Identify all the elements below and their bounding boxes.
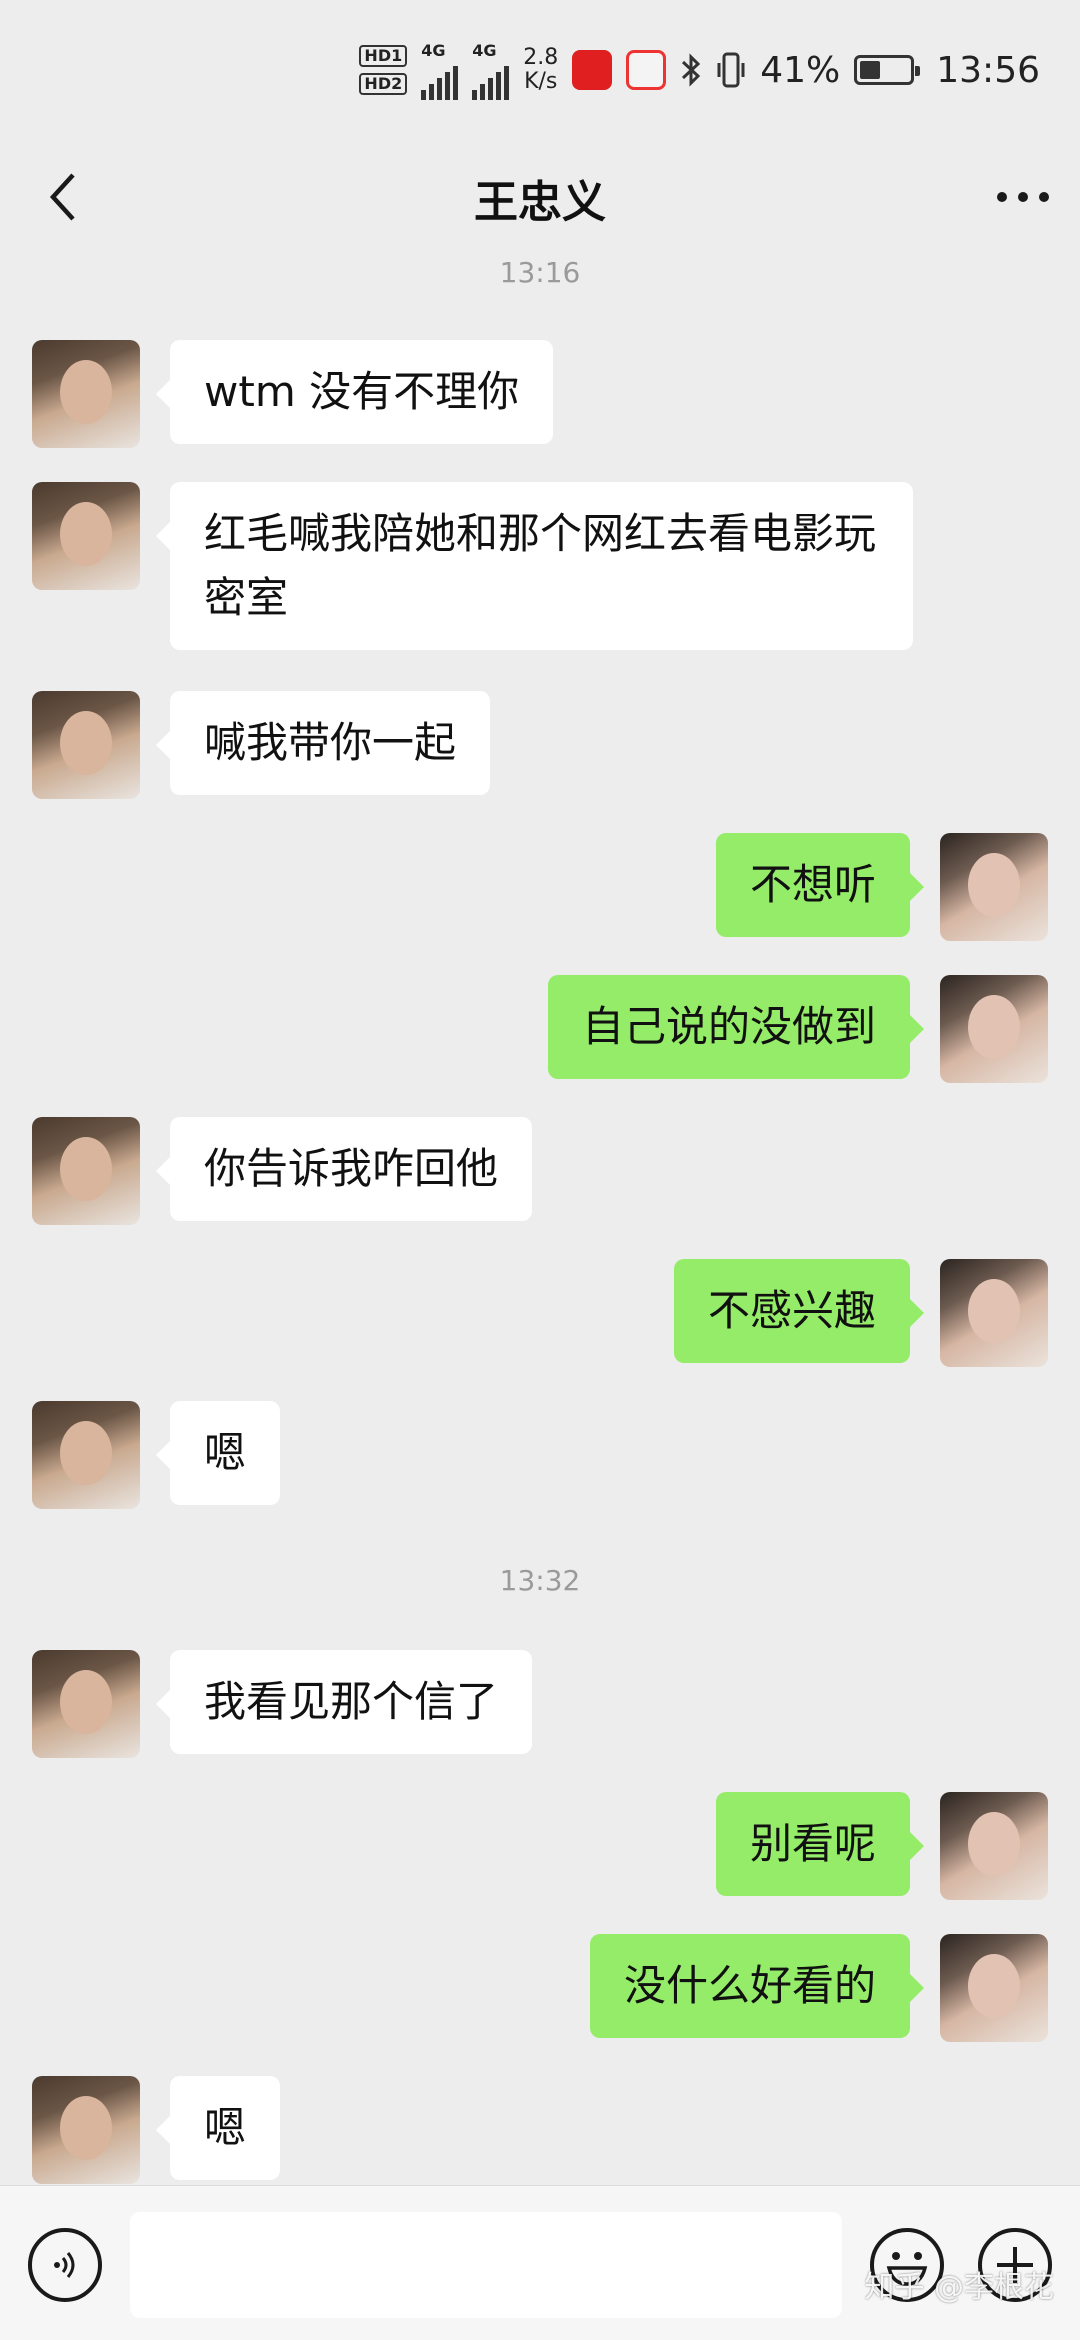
avatar-photo-icon — [968, 1812, 1020, 1876]
message-bubble[interactable]: 没什么好看的 — [589, 1934, 925, 2038]
avatar[interactable] — [940, 1259, 1048, 1367]
avatar[interactable] — [940, 1934, 1048, 2042]
message-bubble[interactable]: 自己说的没做到 — [547, 975, 925, 1079]
avatar-photo-icon — [60, 360, 112, 424]
avatar-photo-icon — [60, 502, 112, 566]
voice-icon — [54, 2252, 75, 2278]
voice-button[interactable] — [28, 2228, 102, 2302]
message-list[interactable]: 13:16 wtm 没有不理你 红毛喊我陪她和那个网红去看电影玩密室 喊我带你一… — [0, 0, 1080, 2185]
timestamp: 13:32 — [499, 1564, 581, 1597]
avatar[interactable] — [32, 340, 140, 448]
message-bubble[interactable]: 不想听 — [715, 833, 925, 937]
message-input[interactable] — [130, 2212, 842, 2318]
avatar[interactable] — [940, 975, 1048, 1083]
avatar[interactable] — [32, 2076, 140, 2184]
avatar-photo-icon — [968, 995, 1020, 1059]
avatar-photo-icon — [60, 2096, 112, 2160]
avatar[interactable] — [32, 691, 140, 799]
message-bubble[interactable]: 嗯 — [155, 2076, 281, 2180]
avatar-photo-icon — [968, 1954, 1020, 2018]
timestamp: 13:16 — [499, 256, 581, 289]
avatar[interactable] — [32, 1650, 140, 1758]
avatar[interactable] — [32, 1401, 140, 1509]
avatar[interactable] — [32, 482, 140, 590]
message-bubble[interactable]: 你告诉我咋回他 — [155, 1117, 533, 1221]
avatar-photo-icon — [60, 1421, 112, 1485]
avatar-photo-icon — [968, 1279, 1020, 1343]
avatar[interactable] — [940, 833, 1048, 941]
avatar-photo-icon — [60, 711, 112, 775]
avatar-photo-icon — [60, 1137, 112, 1201]
message-bubble[interactable]: 嗯 — [155, 1401, 281, 1505]
message-bubble[interactable]: 不感兴趣 — [673, 1259, 925, 1363]
message-bubble[interactable]: 别看呢 — [715, 1792, 925, 1896]
message-bubble[interactable]: wtm 没有不理你 — [155, 340, 554, 444]
message-bubble[interactable]: 喊我带你一起 — [155, 691, 491, 795]
avatar[interactable] — [32, 1117, 140, 1225]
avatar-photo-icon — [60, 1670, 112, 1734]
avatar[interactable] — [940, 1792, 1048, 1900]
avatar-photo-icon — [968, 853, 1020, 917]
message-bubble[interactable]: 我看见那个信了 — [155, 1650, 533, 1754]
message-bubble[interactable]: 红毛喊我陪她和那个网红去看电影玩密室 — [156, 482, 913, 650]
watermark: 知乎 @李根花 — [864, 2270, 1054, 2305]
